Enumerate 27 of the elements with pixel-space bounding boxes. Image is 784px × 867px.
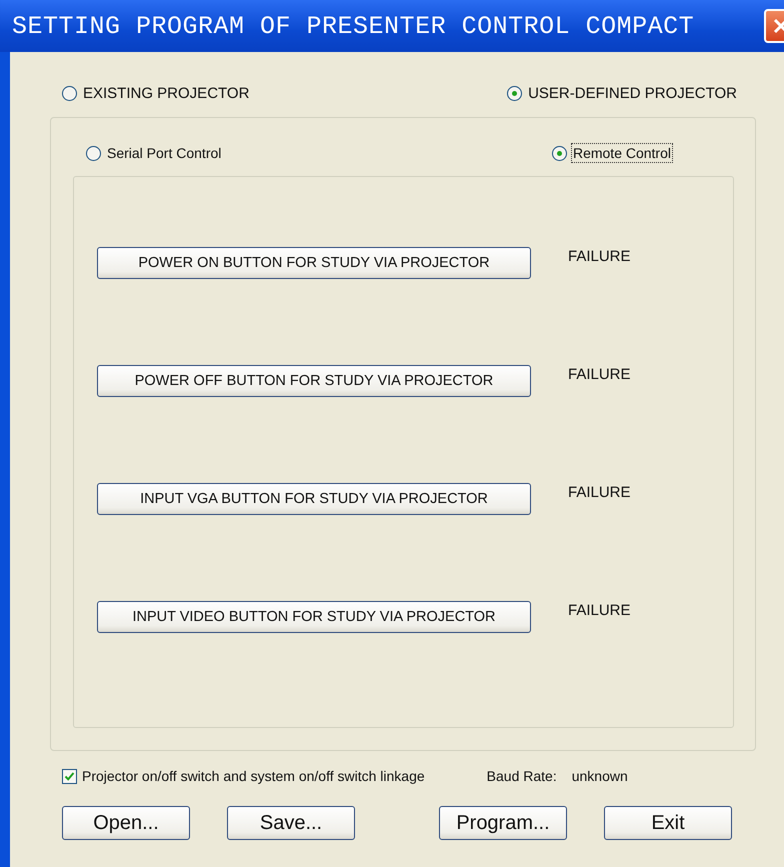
dialog-button[interactable]: Program... — [439, 806, 567, 840]
radio-label: Serial Port Control — [106, 144, 222, 163]
baud-rate-label: Baud Rate: — [486, 768, 557, 784]
status-text: FAILURE — [568, 484, 631, 500]
radio-option[interactable]: EXISTING PROJECTOR — [62, 82, 252, 104]
dialog-button[interactable]: Save... — [227, 806, 355, 840]
radio-button[interactable] — [62, 86, 77, 100]
dialog-button[interactable]: Exit — [604, 806, 732, 840]
radio-label: Remote Control — [570, 143, 673, 163]
status-text: FAILURE — [568, 248, 631, 264]
study-button[interactable]: INPUT VIDEO BUTTON FOR STUDY VIA PROJECTOR — [97, 601, 531, 633]
baud-rate-value: unknown — [572, 768, 628, 784]
study-button[interactable]: INPUT VGA BUTTON FOR STUDY VIA PROJECTOR — [97, 483, 531, 515]
radio-option[interactable]: Serial Port Control — [86, 143, 224, 163]
study-button[interactable]: POWER ON BUTTON FOR STUDY VIA PROJECTOR — [97, 247, 531, 279]
status-text: FAILURE — [568, 366, 631, 382]
radio-option[interactable]: Remote Control — [552, 143, 673, 163]
checkbox-label: Projector on/off switch and system on/off switch linkage — [82, 768, 425, 784]
study-button[interactable]: POWER OFF BUTTON FOR STUDY VIA PROJECTOR — [97, 365, 531, 397]
window-title: SETTING PROGRAM OF PRESENTER CONTROL COMPACT — [11, 12, 694, 40]
dialog-button[interactable]: Open... — [62, 806, 190, 840]
status-text: FAILURE — [568, 602, 631, 618]
radio-button[interactable] — [507, 86, 522, 100]
radio-label: EXISTING PROJECTOR — [82, 84, 250, 104]
checkbox[interactable] — [62, 768, 77, 784]
radio-button[interactable] — [86, 146, 101, 160]
radio-button[interactable] — [552, 146, 567, 160]
